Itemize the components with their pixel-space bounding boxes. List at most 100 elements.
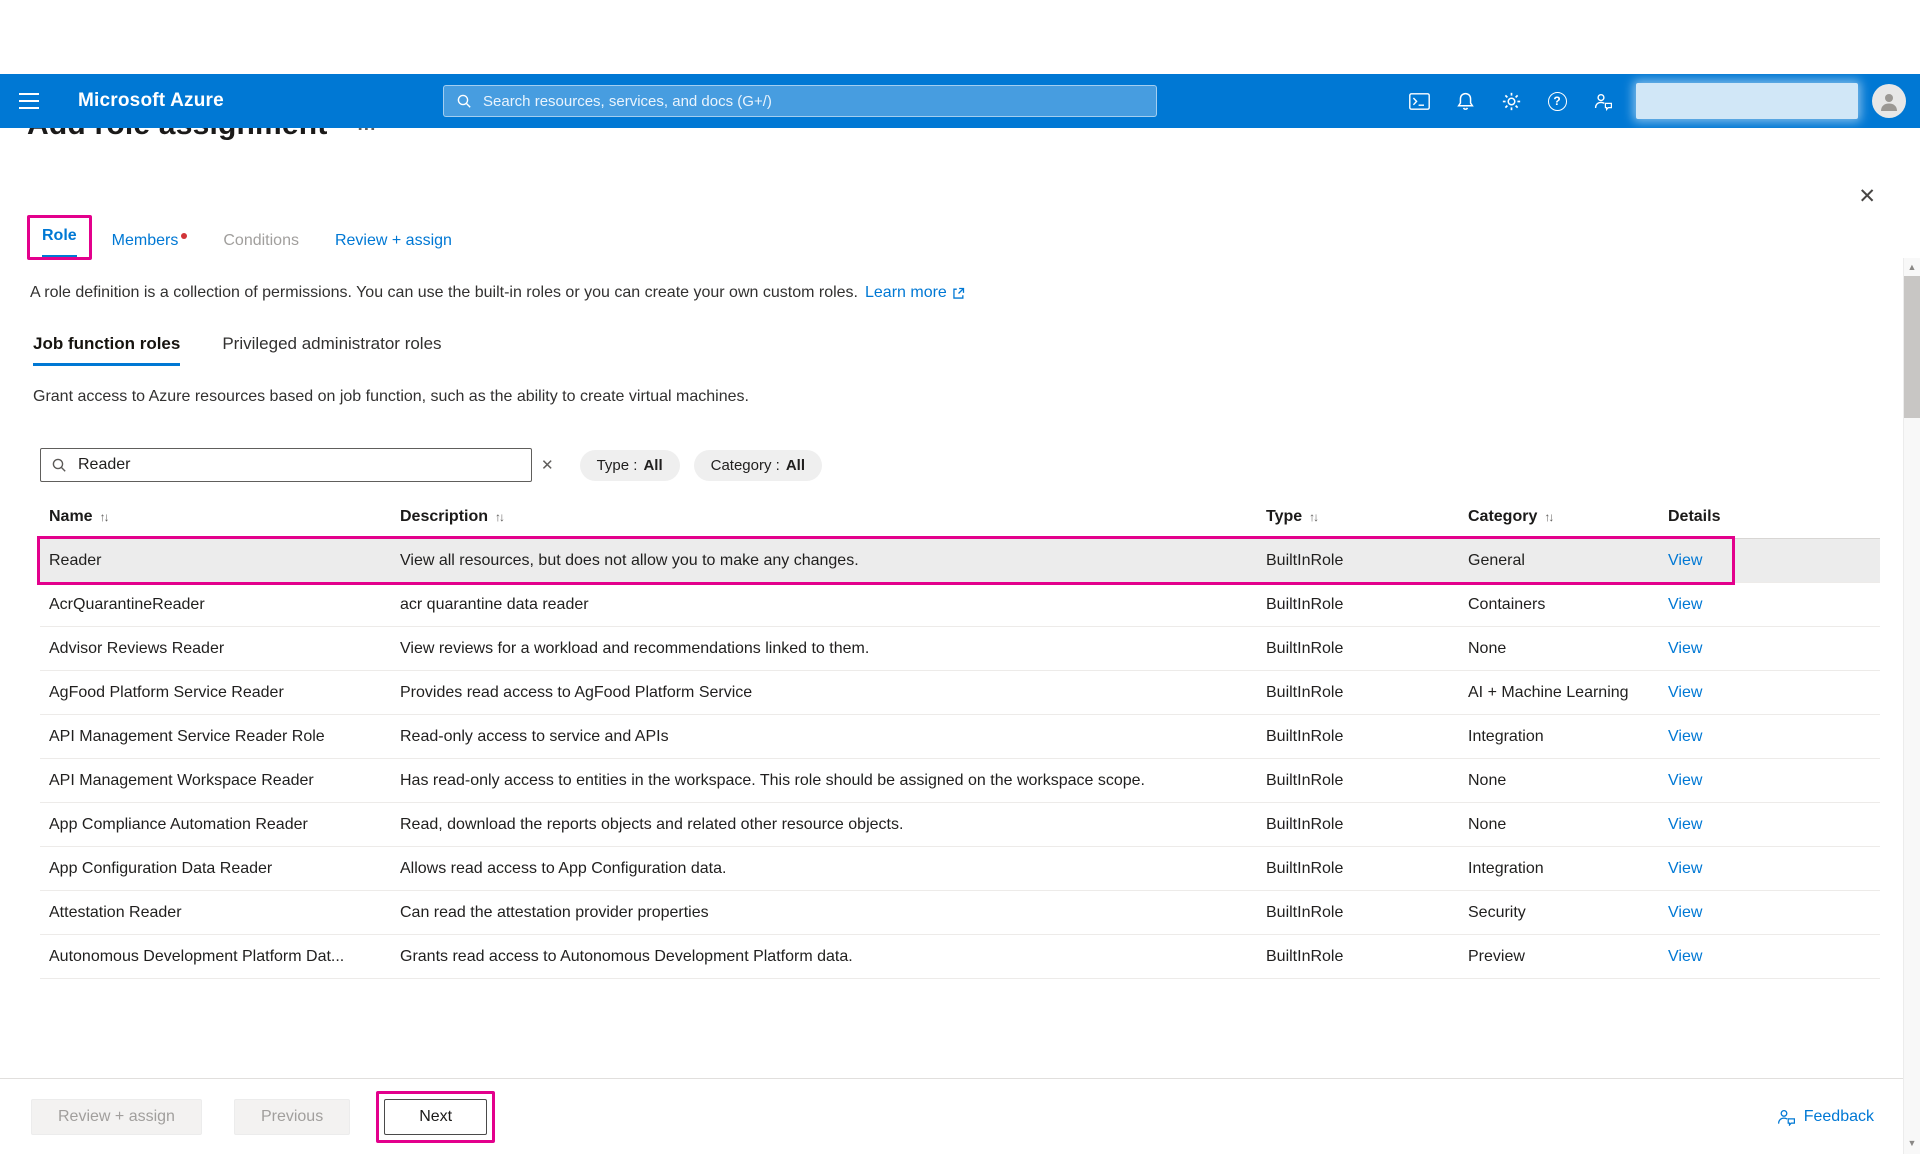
column-header-details: Details (1659, 508, 1880, 526)
role-search-box[interactable] (40, 448, 532, 482)
type-filter-label: Type : (597, 457, 638, 474)
scrollbar-thumb[interactable] (1904, 276, 1920, 418)
cell-details: View (1659, 860, 1880, 878)
cell-name: AgFood Platform Service Reader (40, 684, 391, 702)
role-search-input[interactable] (76, 455, 521, 475)
view-link[interactable]: View (1668, 772, 1702, 789)
column-header-description[interactable]: Description ↑↓ (391, 508, 1257, 526)
sort-icon[interactable]: ↑↓ (495, 510, 503, 524)
cell-type: BuiltInRole (1257, 728, 1459, 746)
search-icon (51, 457, 67, 473)
cell-details: View (1659, 728, 1880, 746)
feedback-icon (1777, 1108, 1796, 1126)
tab-role[interactable]: Role (42, 227, 77, 257)
cell-description: Allows read access to App Configuration … (391, 860, 1257, 878)
role-table-body: ReaderView all resources, but does not a… (40, 539, 1880, 979)
cell-details: View (1659, 816, 1880, 834)
view-link[interactable]: View (1668, 904, 1702, 921)
type-filter-pill[interactable]: Type : All (580, 450, 680, 481)
sort-icon[interactable]: ↑↓ (100, 510, 108, 524)
grant-access-description: Grant access to Azure resources based on… (33, 388, 1920, 406)
subtab-job-function-roles[interactable]: Job function roles (33, 334, 180, 366)
next-button-annotation-box: Next (376, 1091, 495, 1143)
brand-title: Microsoft Azure (78, 90, 224, 112)
column-header-type[interactable]: Type ↑↓ (1257, 508, 1459, 526)
settings-gear-icon[interactable] (1488, 74, 1534, 128)
view-link[interactable]: View (1668, 816, 1702, 833)
tab-conditions: Conditions (223, 232, 299, 260)
view-link[interactable]: View (1668, 640, 1702, 657)
table-row[interactable]: Advisor Reviews ReaderView reviews for a… (40, 627, 1880, 671)
cell-type: BuiltInRole (1257, 596, 1459, 614)
sort-icon[interactable]: ↑↓ (1544, 510, 1552, 524)
view-link[interactable]: View (1668, 948, 1702, 965)
sort-icon[interactable]: ↑↓ (1309, 510, 1317, 524)
next-button[interactable]: Next (384, 1099, 487, 1135)
cell-category: Security (1459, 904, 1659, 922)
cell-name: API Management Service Reader Role (40, 728, 391, 746)
scroll-up-icon[interactable]: ▲ (1904, 258, 1920, 276)
clear-search-icon[interactable]: ✕ (541, 456, 554, 474)
table-row[interactable]: Autonomous Development Platform Dat...Gr… (40, 935, 1880, 979)
cell-category: AI + Machine Learning (1459, 684, 1659, 702)
learn-more-link[interactable]: Learn more (865, 284, 965, 302)
table-row[interactable]: App Configuration Data ReaderAllows read… (40, 847, 1880, 891)
category-filter-value: All (786, 457, 805, 474)
cloud-shell-icon[interactable] (1396, 74, 1442, 128)
column-header-name[interactable]: Name ↑↓ (40, 508, 391, 526)
intro-text: A role definition is a collection of per… (30, 284, 858, 302)
feedback-link[interactable]: Feedback (1777, 1108, 1874, 1126)
type-filter-value: All (643, 457, 662, 474)
subtab-privileged-admin-roles[interactable]: Privileged administrator roles (222, 334, 441, 366)
column-header-category[interactable]: Category ↑↓ (1459, 508, 1659, 526)
feedback-label: Feedback (1804, 1108, 1874, 1126)
role-category-subtabs: Job function roles Privileged administra… (33, 334, 1920, 366)
view-link[interactable]: View (1668, 728, 1702, 745)
tab-role-label: Role (42, 227, 77, 244)
cell-name: App Configuration Data Reader (40, 860, 391, 878)
cell-type: BuiltInRole (1257, 948, 1459, 966)
view-link[interactable]: View (1668, 860, 1702, 877)
table-row[interactable]: Attestation ReaderCan read the attestati… (40, 891, 1880, 935)
table-row[interactable]: App Compliance Automation ReaderRead, do… (40, 803, 1880, 847)
avatar[interactable] (1872, 84, 1906, 118)
global-search-input[interactable] (481, 92, 1144, 111)
previous-button: Previous (234, 1099, 350, 1135)
global-search-box[interactable] (443, 85, 1157, 117)
table-row[interactable]: API Management Workspace ReaderHas read-… (40, 759, 1880, 803)
notifications-icon[interactable] (1442, 74, 1488, 128)
roles-table: Name ↑↓ Description ↑↓ Type ↑↓ Category … (40, 508, 1880, 979)
tab-review-assign-label: Review + assign (335, 232, 452, 249)
vertical-scrollbar[interactable]: ▲ ▼ (1903, 258, 1920, 1154)
tab-review-assign[interactable]: Review + assign (335, 232, 452, 260)
view-link[interactable]: View (1668, 596, 1702, 613)
cell-description: Has read-only access to entities in the … (391, 772, 1257, 790)
category-filter-label: Category : (711, 457, 780, 474)
tab-members-label: Members (112, 232, 179, 249)
view-link[interactable]: View (1668, 552, 1702, 569)
category-filter-pill[interactable]: Category : All (694, 450, 822, 481)
role-definition-intro: A role definition is a collection of per… (30, 284, 1920, 302)
tab-members[interactable]: Members (112, 232, 188, 260)
cell-type: BuiltInRole (1257, 816, 1459, 834)
footer-action-bar: Review + assign Previous Next Feedback (0, 1078, 1920, 1154)
cell-category: None (1459, 640, 1659, 658)
hamburger-menu-icon[interactable] (0, 74, 58, 128)
scroll-down-icon[interactable]: ▼ (1904, 1134, 1920, 1152)
help-icon[interactable]: ? (1534, 74, 1580, 128)
cell-description: View reviews for a workload and recommen… (391, 640, 1257, 658)
feedback-person-icon[interactable] (1580, 74, 1626, 128)
table-row[interactable]: ReaderView all resources, but does not a… (40, 539, 1880, 583)
cell-name: Attestation Reader (40, 904, 391, 922)
cell-name: API Management Workspace Reader (40, 772, 391, 790)
table-row[interactable]: API Management Service Reader RoleRead-o… (40, 715, 1880, 759)
view-link[interactable]: View (1668, 684, 1702, 701)
cell-details: View (1659, 772, 1880, 790)
cell-description: Read, download the reports objects and r… (391, 816, 1257, 834)
subtab-job-label: Job function roles (33, 334, 180, 353)
table-row[interactable]: AcrQuarantineReaderacr quarantine data r… (40, 583, 1880, 627)
avatar-icon (1878, 90, 1900, 112)
table-row[interactable]: AgFood Platform Service ReaderProvides r… (40, 671, 1880, 715)
review-assign-button: Review + assign (31, 1099, 202, 1135)
close-icon[interactable]: ✕ (1858, 186, 1876, 207)
